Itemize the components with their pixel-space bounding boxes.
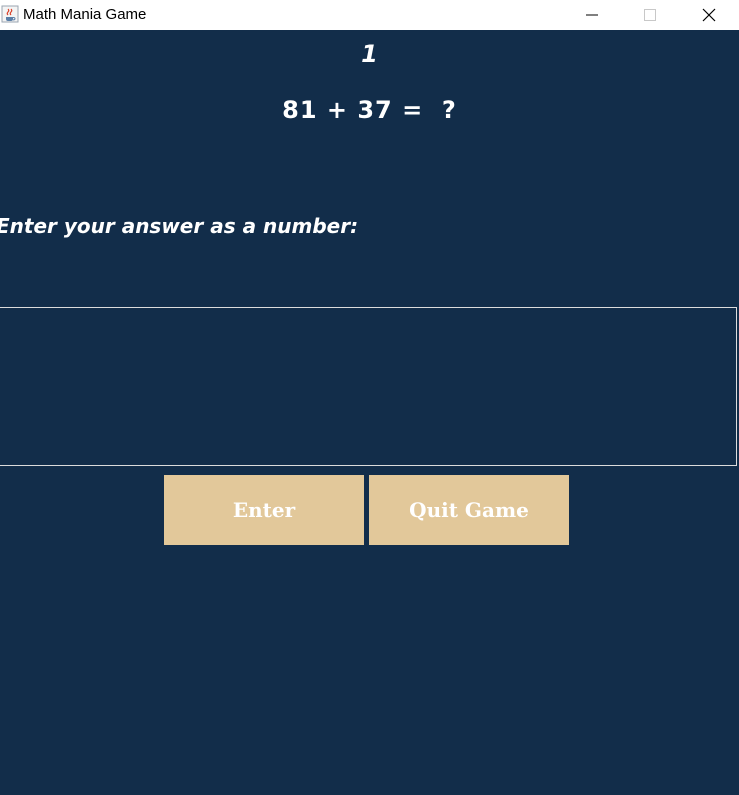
quit-game-button[interactable]: Quit Game <box>369 475 569 545</box>
maximize-button[interactable] <box>621 0 679 30</box>
enter-button[interactable]: Enter <box>164 475 364 545</box>
answer-input[interactable] <box>0 307 737 466</box>
close-button[interactable] <box>680 0 738 30</box>
window-title: Math Mania Game <box>23 6 147 23</box>
math-question: 81 + 37 = ? <box>282 96 457 124</box>
round-number: 1 <box>361 40 378 68</box>
game-panel: 1 81 + 37 = ? Enter your answer as a num… <box>0 30 739 795</box>
answer-prompt: Enter your answer as a number: <box>0 214 359 238</box>
java-coffee-cup-icon <box>1 5 19 23</box>
app-window: Math Mania Game 1 81 + 37 = ? Enter your… <box>0 0 739 795</box>
minimize-icon <box>586 9 598 21</box>
minimize-button[interactable] <box>563 0 621 30</box>
close-icon <box>702 8 716 22</box>
maximize-icon <box>644 9 656 21</box>
title-bar[interactable]: Math Mania Game <box>0 0 739 30</box>
